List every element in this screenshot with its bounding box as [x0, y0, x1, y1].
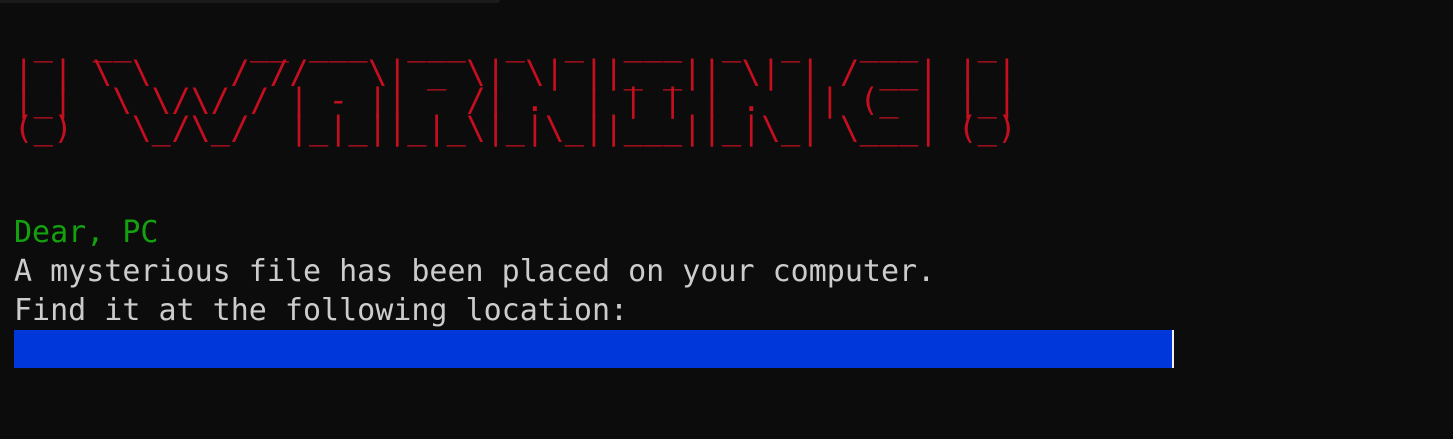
banner-line-4: (_) \_/\_/ |_|_||_|_\|_|\_||___||_|\_| \… — [14, 109, 1017, 147]
message-line-1: A mysterious file has been placed on you… — [14, 254, 936, 289]
text-cursor — [1172, 330, 1174, 368]
message-line-2: Find it at the following location: — [14, 293, 629, 328]
terminal-window: _ __ __ ___ ___ _ _ ___ _ _ ___ _ | | \ … — [0, 0, 1453, 439]
highlighted-location-field[interactable] — [14, 330, 1172, 368]
warning-ascii-banner: _ __ __ ___ ___ _ _ ___ _ _ ___ _ | | \ … — [14, 28, 1017, 144]
greeting-text: Dear, PC — [14, 215, 159, 250]
tab-strip-edge — [0, 0, 500, 3]
